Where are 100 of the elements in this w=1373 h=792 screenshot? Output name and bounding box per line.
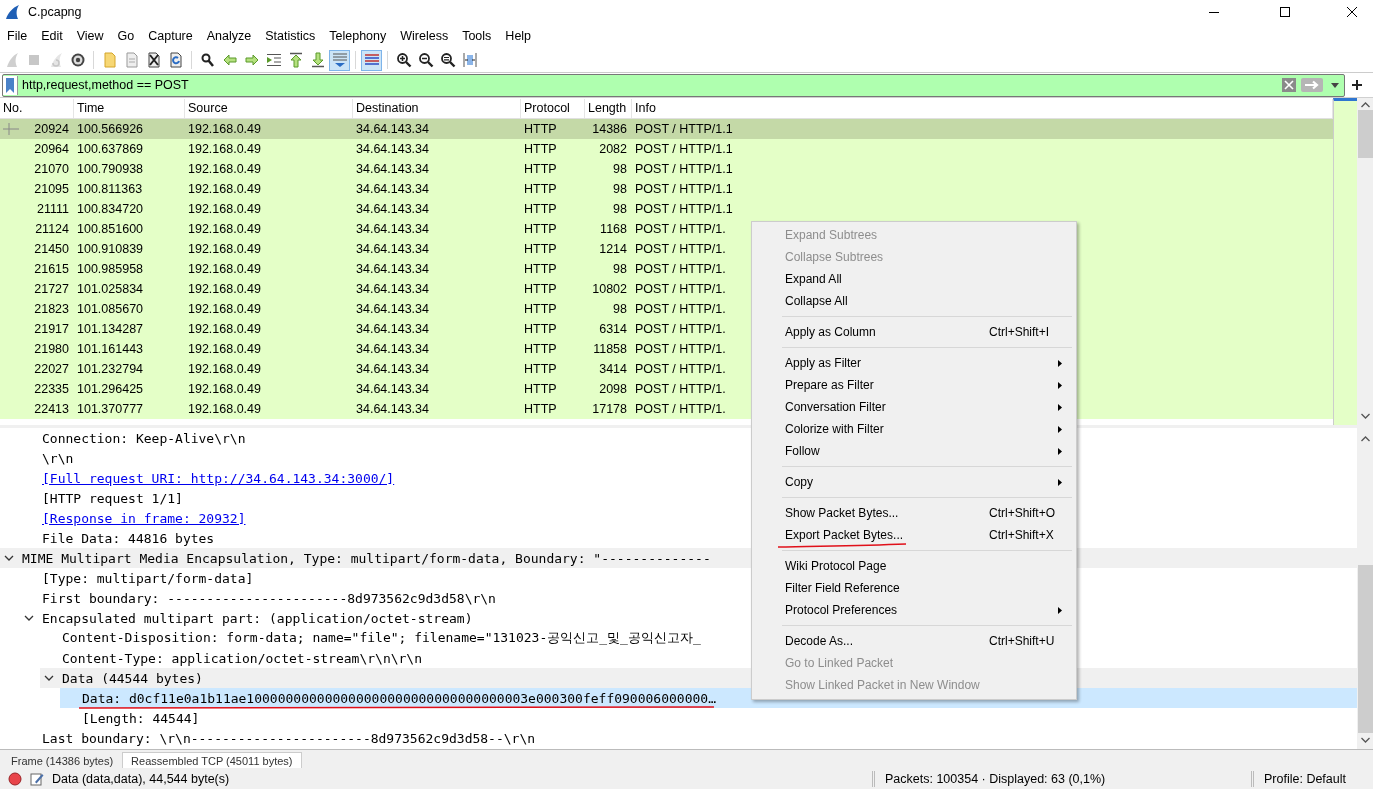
pencil-icon[interactable]: [30, 771, 44, 786]
tree-row[interactable]: First boundary: -----------------------8d973562c9d3d58\r\n: [20, 588, 496, 608]
display-filter-field[interactable]: http,request,method == POST: [2, 73, 1345, 97]
field-text: Content-Disposition: form-data; name="file"; filename="131023-공익신고_및_공익신고자_: [62, 630, 701, 645]
table-cell: 21727: [34, 282, 69, 296]
packet-count: Packets: 100354 · Displayed: 63 (0,1%): [885, 771, 1107, 786]
menu-item[interactable]: Follow: [752, 440, 1076, 462]
menu-item[interactable]: Wireless: [393, 26, 456, 46]
menu-item[interactable]: View: [69, 26, 111, 46]
scrollbar[interactable]: [1357, 98, 1373, 425]
table-cell: 22027: [34, 362, 69, 376]
scroll-up-icon[interactable]: [1360, 102, 1370, 108]
table-cell: 21124: [35, 222, 69, 236]
table-cell-text: HTTP: [523, 282, 558, 296]
table-cell-text: POST / HTTP/1.1: [634, 122, 733, 136]
table-cell-text: HTTP: [523, 262, 558, 276]
tree-row[interactable]: [Full request URI: http://34.64.143.34:3000/]: [20, 468, 395, 488]
tree-row[interactable]: Encapsulated multipart part: (application/octet-stream): [20, 608, 473, 628]
tree-row[interactable]: File Data: 44816 bytes: [20, 528, 215, 548]
menu-item[interactable]: Conversation Filter: [752, 396, 1076, 418]
byte-view-tab[interactable]: Reassembled TCP (45011 bytes): [122, 752, 302, 768]
table-cell-text: POST / HTTP/1.: [634, 342, 726, 356]
menu-item[interactable]: Edit: [34, 26, 70, 46]
tree-row[interactable]: Last boundary: \r\n-----------------------8d973562c9d3d58--\r\n: [20, 728, 536, 748]
table-cell-text: POST / HTTP/1.: [634, 362, 726, 376]
link[interactable]: [Full request URI: http://34.64.143.34:3000/]: [42, 470, 395, 486]
table-cell-text: HTTP: [523, 242, 558, 256]
dropdown-caret-icon[interactable]: [1331, 82, 1339, 88]
packet-row[interactable]: 21070 100.790938 192.168.0.49 34.64.143.34 HTTP 98 POST / HTTP/1.1: [0, 159, 1333, 179]
menu-item[interactable]: Capture: [141, 26, 200, 46]
colorize-icon[interactable]: [361, 49, 382, 71]
field-text: \r\n: [42, 450, 74, 466]
scroll-down-icon[interactable]: [1360, 413, 1370, 419]
tree-row[interactable]: Content-Disposition: form-data; name="file"; filename="131023-공익신고_및_공익신고자_: [40, 628, 701, 648]
table-cell-text: POST / HTTP/1.: [634, 402, 726, 416]
tree-row[interactable]: \r\n: [20, 448, 74, 468]
menu-item[interactable]: Go: [110, 26, 142, 46]
column-header[interactable]: Protocol: [521, 98, 585, 118]
tree-row[interactable]: [HTTP request 1/1]: [20, 488, 183, 508]
table-cell-text: 100.637869: [76, 142, 145, 156]
column-header[interactable]: Destination: [353, 98, 521, 118]
field-text: Data: d0cf11e0a1b11ae100000000000000000000000000000000003e000300feff090006000000…: [82, 690, 716, 706]
menu-item[interactable]: Protocol Preferences: [752, 599, 1076, 621]
table-cell-text: 98: [612, 162, 628, 176]
packet-row[interactable]: 21111 100.834720 192.168.0.49 34.64.143.34 HTTP 98 POST / HTTP/1.1: [0, 199, 1333, 219]
tree-row[interactable]: [Length: 44544]: [60, 708, 200, 728]
table-cell-text: 34.64.143.34: [355, 202, 430, 216]
column-header[interactable]: Length: [585, 98, 632, 118]
scroll-down-icon[interactable]: [1360, 737, 1370, 743]
table-cell-text: 192.168.0.49: [187, 242, 262, 256]
table-cell-text: 2098: [598, 382, 628, 396]
table-cell-text: HTTP: [523, 182, 558, 196]
menu-item[interactable]: Telephony: [322, 26, 394, 46]
tree-row[interactable]: Content-Type: application/octet-stream\r\n\r\n: [40, 648, 423, 668]
menu-item[interactable]: Decode As... Ctrl+Shift+U: [752, 630, 1076, 652]
table-cell-text: HTTP: [523, 382, 558, 396]
packet-row[interactable]: 20924 100.566926 192.168.0.49 34.64.143.34 HTTP 14386 POST / HTTP/1.1: [0, 119, 1333, 139]
packet-row[interactable]: 20964 100.637869 192.168.0.49 34.64.143.34 HTTP 2082 POST / HTTP/1.1: [0, 139, 1333, 159]
menu-item[interactable]: Analyze: [199, 26, 259, 46]
tree-row[interactable]: [Type: multipart/form-data]: [20, 568, 254, 588]
profile-label[interactable]: Profile: Default: [1264, 771, 1346, 786]
bookmark-icon[interactable]: [3, 75, 18, 95]
menu-item[interactable]: Colorize with Filter: [752, 418, 1076, 440]
menu-item[interactable]: Export Packet Bytes... Ctrl+Shift+X: [752, 524, 1076, 546]
field-text: Last boundary: \r\n-----------------------8d973562c9d3d58--\r\n: [42, 730, 536, 746]
table-cell-text: 34.64.143.34: [355, 162, 430, 176]
packet-row[interactable]: 21095 100.811363 192.168.0.49 34.64.143.34 HTTP 98 POST / HTTP/1.1: [0, 179, 1333, 199]
table-cell-text: 34.64.143.34: [355, 382, 430, 396]
table-cell-text: 34.64.143.34: [355, 302, 430, 316]
menu-item[interactable]: Copy: [752, 471, 1076, 493]
table-cell-text: POST / HTTP/1.1: [634, 182, 733, 196]
table-cell-text: 100.985958: [76, 262, 145, 276]
tree-row[interactable]: Connection: Keep-Alive\r\n: [20, 428, 246, 448]
field-text: First boundary: -----------------------8d973562c9d3d58\r\n: [42, 590, 496, 606]
menu-item[interactable]: Tools: [455, 26, 499, 46]
scrollbar-thumb[interactable]: [1357, 565, 1373, 733]
scroll-up-icon[interactable]: [1360, 436, 1370, 442]
add-icon[interactable]: [1351, 79, 1363, 91]
menu-item[interactable]: Show Packet Bytes... Ctrl+Shift+O: [752, 502, 1076, 524]
column-header[interactable]: No.: [0, 98, 74, 118]
menu-item[interactable]: File: [0, 26, 35, 46]
scrollbar[interactable]: [1357, 428, 1373, 749]
auto-scroll-icon[interactable]: [329, 49, 350, 71]
table-cell-text: 34.64.143.34: [355, 402, 430, 416]
menu-item[interactable]: Statistics: [258, 26, 323, 46]
status-dot-icon[interactable]: [8, 771, 22, 786]
clear-icon[interactable]: [1282, 78, 1296, 92]
menu-item[interactable]: Help: [498, 26, 539, 46]
tree-row[interactable]: [Response in frame: 20932]: [20, 508, 246, 528]
column-header[interactable]: Time: [74, 98, 185, 118]
table-cell-text: 34.64.143.34: [355, 342, 430, 356]
table-cell-text: 192.168.0.49: [187, 162, 262, 176]
scrollbar-thumb[interactable]: [1357, 110, 1373, 158]
byte-view-tab[interactable]: Frame (14386 bytes): [2, 752, 123, 768]
table-cell-text: HTTP: [523, 222, 558, 236]
table-cell-text: POST / HTTP/1.: [634, 322, 726, 336]
column-header[interactable]: Source: [185, 98, 353, 118]
menu-item[interactable]: Filter Field Reference: [752, 577, 1076, 599]
link[interactable]: [Response in frame: 20932]: [42, 510, 246, 526]
table-cell: 21095: [34, 182, 69, 196]
